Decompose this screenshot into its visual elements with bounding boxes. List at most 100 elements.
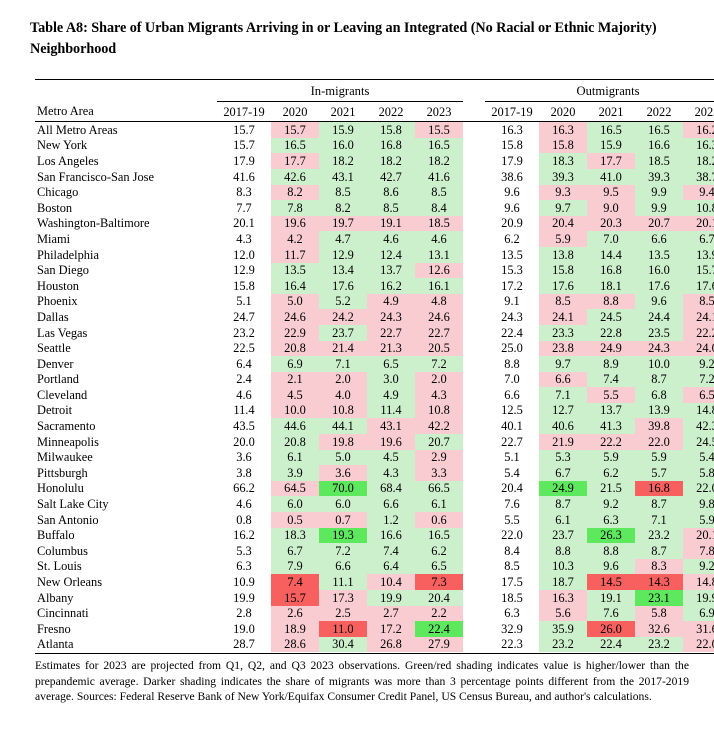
outmigrants-value-cell: 10.8 [683, 200, 714, 216]
in-migrants-value-cell: 6.5 [367, 356, 415, 372]
outmigrants-value-cell: 7.0 [587, 231, 635, 247]
in-migrants-value-cell: 3.3 [415, 465, 463, 481]
outmigrants-value-cell: 9.1 [504, 294, 520, 309]
outmigrants-value-cell: 9.9 [635, 200, 683, 216]
migrants-table: In-migrants Outmigrants Metro Area 2017-… [35, 79, 714, 655]
outmigrants-value-cell: 18.3 [539, 153, 587, 169]
in-migrants-value-cell: 5.0 [271, 293, 319, 310]
outmigrants-value-cell: 5.9 [539, 231, 587, 247]
column-gap [463, 418, 485, 434]
table-row: Milwaukee 3.6 6.1 5.0 4.5 2.9 5.1 5.3 5.9 5.9 5.4 [35, 449, 714, 466]
in-migrants-value-cell: 42.6 [271, 168, 319, 185]
in-migrants-value-cell: 24.2 [319, 309, 367, 325]
in-migrants-value-cell: 6.3 [236, 559, 252, 574]
column-gap [463, 465, 485, 481]
in-migrants-value-cell: 4.7 [319, 231, 367, 247]
outmigrants-value-cell: 14.8 [683, 402, 714, 419]
in-migrants-value-cell: 24.6 [415, 309, 463, 325]
in-migrants-value-cell: 6.4 [367, 558, 415, 575]
in-migrants-value-cell: 2.1 [271, 371, 319, 388]
in-migrants-value-cell: 43.1 [319, 168, 367, 185]
in-migrants-value-cell: 42.7 [367, 168, 415, 185]
in-migrants-value-cell: 6.6 [367, 496, 415, 513]
outmigrants-value-cell: 13.7 [587, 402, 635, 419]
in-migrants-value-cell: 0.5 [271, 512, 319, 528]
outmigrants-value-cell: 22.4 [501, 325, 523, 340]
in-migrants-value-cell: 43.5 [233, 419, 255, 434]
in-migrants-value-cell: 4.5 [367, 449, 415, 466]
outmigrants-value-cell: 24.1 [683, 309, 714, 325]
in-migrants-value-cell: 13.4 [319, 262, 367, 279]
outmigrants-value-cell: 17.5 [501, 575, 523, 589]
outmigrants-value-cell: 24.4 [635, 309, 683, 325]
outmigrants-value-cell: 42.3 [683, 418, 714, 435]
outmigrants-value-cell: 6.2 [587, 465, 635, 481]
outmigrants-value-cell: 25.0 [501, 341, 523, 356]
outmigrants-value-cell: 22.4 [587, 636, 635, 653]
table-row: Cincinnati 2.8 2.6 2.5 2.7 2.2 6.3 5.6 7.6 5.8 6.9 [35, 605, 714, 622]
table-row: All Metro Areas 15.7 15.7 15.9 15.8 15.5 16.3 1… [35, 121, 714, 138]
in-migrants-value-cell: 6.5 [415, 558, 463, 575]
outmigrants-value-cell: 40.6 [539, 418, 587, 435]
column-gap [463, 169, 485, 185]
outmigrants-value-cell: 15.9 [587, 137, 635, 154]
table-foot [35, 652, 714, 655]
in-migrants-value-cell: 20.1 [233, 216, 255, 231]
in-migrants-value-cell: 11.4 [367, 402, 415, 419]
column-gap [463, 559, 485, 575]
table-row: Las Vegas 23.2 22.9 23.7 22.7 22.7 22.4 23.3 22.… [35, 324, 714, 341]
in-migrants-value-cell: 10.0 [271, 402, 319, 419]
table-row: Albany 19.9 15.7 17.3 19.9 20.4 18.5 16.3 19.1 23… [35, 590, 714, 606]
metro-area-cell: San Antonio [37, 512, 99, 527]
outmigrants-value-cell: 6.3 [587, 512, 635, 528]
column-header-metro-area: Metro Area [35, 101, 217, 123]
column-gap [463, 309, 485, 325]
in-migrants-value-cell: 4.6 [367, 231, 415, 247]
outmigrants-value-cell: 22.0 [683, 636, 714, 653]
in-migrants-value-cell: 15.7 [233, 122, 255, 137]
in-migrants-value-cell: 16.2 [233, 528, 255, 543]
in-migrants-value-cell: 7.8 [271, 200, 319, 216]
column-gap [463, 247, 485, 263]
table-row: Dallas 24.7 24.6 24.2 24.3 24.6 24.3 24.1 24.5 24… [35, 309, 714, 325]
in-migrants-value-cell: 13.5 [271, 262, 319, 279]
outmigrants-value-cell: 17.9 [501, 153, 523, 168]
metro-area-cell: Salt Lake City [37, 497, 109, 512]
outmigrants-value-cell: 5.9 [683, 512, 714, 528]
in-migrants-value-cell: 16.1 [415, 278, 463, 294]
column-gap [463, 621, 485, 637]
outmigrants-value-cell: 17.6 [683, 278, 714, 294]
in-migrants-value-cell: 10.4 [367, 574, 415, 590]
in-migrants-value-cell: 6.1 [271, 449, 319, 466]
metro-area-cell: Seattle [37, 341, 71, 356]
outmigrants-value-cell: 8.5 [504, 559, 520, 574]
outmigrants-value-cell: 16.8 [635, 480, 683, 497]
outmigrants-value-cell: 9.8 [683, 496, 714, 513]
outmigrants-value-cell: 15.8 [539, 137, 587, 154]
metro-area-cell: Fresno [37, 621, 71, 636]
in-migrants-value-cell: 15.9 [319, 121, 367, 138]
table-row: Chicago 8.3 8.2 8.5 8.6 8.5 9.6 9.3 9.5 9.9 9.4 [35, 184, 714, 201]
column-gap [463, 101, 485, 123]
outmigrants-value-cell: 15.8 [539, 262, 587, 279]
in-migrants-value-cell: 2.0 [415, 371, 463, 388]
outmigrants-value-cell: 5.9 [635, 449, 683, 466]
in-migrants-value-cell: 2.8 [236, 606, 252, 621]
in-migrants-value-cell: 16.5 [415, 527, 463, 544]
in-migrants-value-cell: 20.7 [415, 434, 463, 450]
column-gap [463, 263, 485, 279]
in-migrants-value-cell: 12.6 [415, 262, 463, 279]
outmigrants-value-cell: 22.8 [587, 324, 635, 341]
outmigrants-value-cell: 7.6 [587, 605, 635, 622]
metro-area-cell: All Metro Areas [37, 122, 118, 137]
outmigrants-value-cell: 8.7 [635, 371, 683, 388]
outmigrants-value-cell: 9.2 [683, 558, 714, 575]
outmigrants-value-cell: 39.3 [539, 168, 587, 185]
in-migrants-value-cell: 6.9 [271, 356, 319, 372]
outmigrants-value-cell: 24.1 [539, 309, 587, 325]
metro-area-cell: Atlanta [37, 637, 74, 652]
in-migrants-value-cell: 7.9 [271, 558, 319, 575]
in-migrants-value-cell: 18.2 [367, 153, 415, 169]
outmigrants-value-cell: 23.2 [539, 636, 587, 653]
outmigrants-value-cell: 18.2 [683, 153, 714, 169]
